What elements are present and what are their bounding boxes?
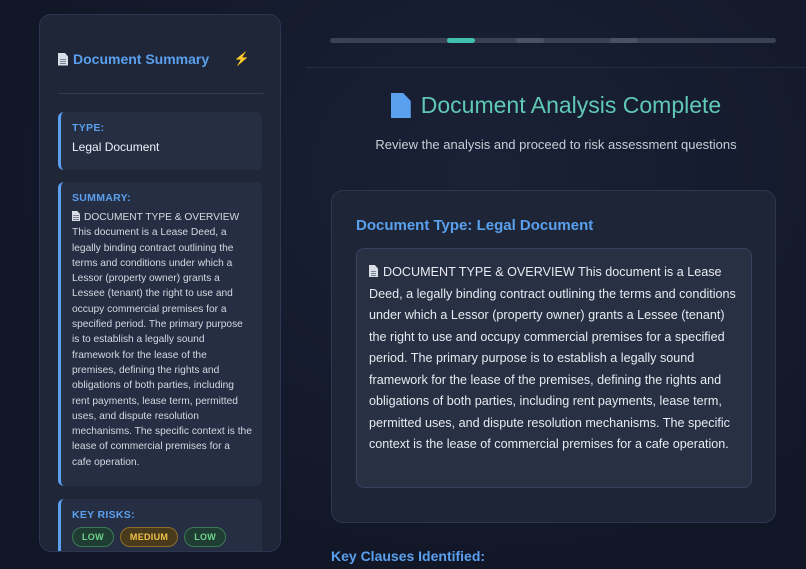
document-type-card: TYPE: Legal Document: [58, 112, 262, 170]
summary-card: SUMMARY: DOCUMENT TYPE & OVERVIEW This d…: [58, 182, 262, 486]
type-value: Legal Document: [72, 140, 160, 154]
progress-step: [610, 38, 638, 43]
document-icon: [390, 93, 411, 118]
lightning-icon[interactable]: ⚡: [234, 51, 250, 67]
risk-badge-low: LOW: [184, 527, 227, 547]
sidebar-title: Document Summary: [73, 51, 210, 67]
summary-label: SUMMARY:: [72, 192, 131, 204]
page-title: Document Analysis Complete: [420, 92, 722, 118]
document-summary-sidebar: Document Summary ⚡ TYPE: Legal Document …: [39, 14, 281, 552]
step-progress-bar: [330, 38, 776, 43]
app-page: Document Summary ⚡ TYPE: Legal Document …: [0, 0, 806, 569]
key-clauses-heading: Key Clauses Identified:: [331, 548, 486, 564]
risk-badge-low: LOW: [72, 527, 114, 547]
analysis-text: DOCUMENT TYPE & OVERVIEW This document i…: [369, 265, 736, 451]
page-subtitle: Review the analysis and proceed to risk …: [375, 137, 737, 152]
sidebar-divider: [58, 93, 263, 94]
analysis-text-box: DOCUMENT TYPE & OVERVIEW This document i…: [356, 248, 752, 488]
analysis-heading: Document Analysis Complete: [306, 92, 806, 119]
document-icon: [72, 211, 80, 221]
analysis-card: Document Type: Legal Document DOCUMENT T…: [331, 190, 776, 523]
main-divider: [306, 67, 806, 68]
progress-step: [516, 38, 544, 43]
summary-text: DOCUMENT TYPE & OVERVIEW This document i…: [72, 212, 252, 468]
risk-badge-medium: MEDIUM: [119, 527, 179, 547]
risk-badges: LOW MEDIUM LOW: [72, 527, 252, 547]
document-icon: [58, 52, 68, 66]
progress-step-active: [447, 38, 475, 43]
key-risks-label: KEY RISKS:: [72, 509, 135, 521]
analysis-card-title: Document Type: Legal Document: [356, 217, 594, 234]
key-risks-card: KEY RISKS: LOW MEDIUM LOW: [58, 499, 262, 551]
type-label: TYPE:: [72, 122, 105, 134]
document-icon: [369, 265, 378, 277]
sidebar-header: Document Summary ⚡: [58, 49, 264, 69]
summary-text-block: DOCUMENT TYPE & OVERVIEW This document i…: [72, 210, 252, 470]
